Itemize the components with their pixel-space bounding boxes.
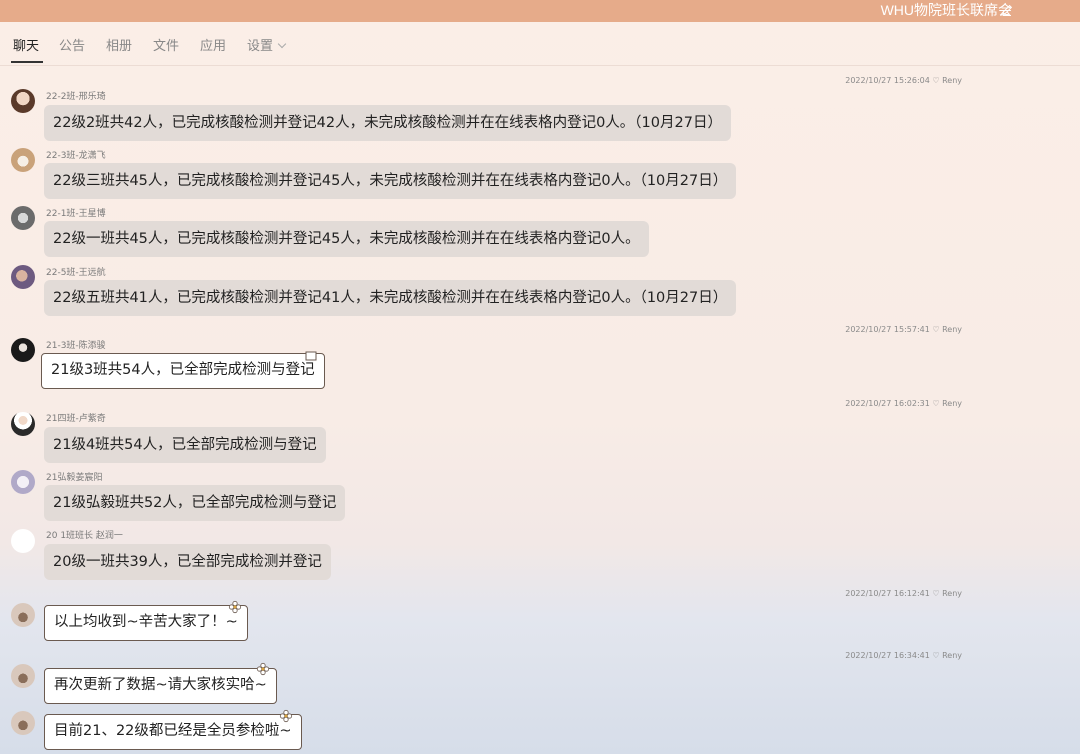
flower-decoration-icon: [228, 600, 242, 614]
message-bubble-decorated[interactable]: 目前21、22级都已经是全员参检啦~: [44, 714, 302, 750]
avatar[interactable]: [11, 603, 35, 627]
sender-name: 22-3班-龙潇飞: [46, 151, 106, 161]
sender-name: 21-3班-陈添骏: [46, 341, 106, 351]
tab-bar: 聊天 公告 相册 文件 应用 设置: [0, 22, 1080, 66]
message-bubble[interactable]: 20级一班共39人，已全部完成检测并登记: [44, 544, 331, 580]
message-bubble[interactable]: 22级一班共45人，已完成核酸检测并登记45人，未完成核酸检测并在在线表格内登记…: [44, 221, 649, 257]
tab-announcements[interactable]: 公告: [59, 38, 85, 56]
avatar[interactable]: [11, 470, 35, 494]
sender-name: 22-5班-王远航: [46, 268, 106, 278]
tab-chat[interactable]: 聊天: [13, 38, 39, 56]
tab-settings-label: 设置: [247, 39, 274, 54]
active-tab-indicator: [11, 61, 43, 63]
avatar[interactable]: [11, 265, 35, 289]
avatar[interactable]: [11, 206, 35, 230]
tab-album[interactable]: 相册: [106, 38, 132, 56]
tab-files[interactable]: 文件: [153, 38, 179, 56]
message-timestamp: 2022/10/27 16:34:41 ♡ Reny: [845, 651, 962, 660]
message-bubble[interactable]: 21级弘毅班共52人，已全部完成检测与登记: [44, 485, 346, 521]
message-timestamp: 2022/10/27 16:12:41 ♡ Reny: [845, 589, 962, 598]
message-bubble-decorated[interactable]: 再次更新了数据~请大家核实哈~: [44, 668, 277, 704]
flower-decoration-icon: [256, 662, 270, 676]
avatar[interactable]: [11, 412, 35, 436]
sender-name: 21四班-卢紫奇: [46, 414, 106, 424]
sender-name: 21弘毅姜宸阳: [46, 473, 103, 483]
message-bubble-decorated[interactable]: 21级3班共54人，已全部完成检测与登记: [41, 353, 325, 389]
message-bubble[interactable]: 22级五班共41人，已完成核酸检测并登记41人，未完成核酸检测并在在线表格内登记…: [44, 280, 737, 316]
tab-apps[interactable]: 应用: [200, 38, 226, 56]
avatar[interactable]: [11, 529, 35, 553]
avatar[interactable]: [11, 338, 35, 362]
sender-name: 22-2班-邢乐琦: [46, 92, 106, 102]
avatar[interactable]: [11, 148, 35, 172]
avatar[interactable]: [11, 664, 35, 688]
message-timestamp: 2022/10/27 15:26:04 ♡ Reny: [845, 76, 962, 85]
message-bubble-decorated[interactable]: 以上均收到~辛苦大家了！~: [44, 605, 248, 641]
message-bubble[interactable]: 22级三班共45人，已完成核酸检测并登记45人，未完成核酸检测并在在线表格内登记…: [44, 163, 737, 199]
message-bubble[interactable]: 22级2班共42人，已完成核酸检测并登记42人，未完成核酸检测并在在线表格内登记…: [44, 105, 731, 141]
title-bar: WHU物院班长联席会: [0, 0, 1080, 22]
chevron-down-icon: [277, 39, 287, 49]
sender-name: 20 1班班长 赵润一: [46, 531, 123, 541]
flower-decoration-icon: [279, 709, 293, 723]
pencil-icon[interactable]: [1000, 3, 1014, 17]
group-title: WHU物院班长联席会: [880, 2, 1012, 18]
message-timestamp: 2022/10/27 16:02:31 ♡ Reny: [845, 399, 962, 408]
tab-settings[interactable]: 设置: [247, 38, 287, 56]
avatar[interactable]: [11, 711, 35, 735]
message-timestamp: 2022/10/27 15:57:41 ♡ Reny: [845, 325, 962, 334]
avatar[interactable]: [11, 89, 35, 113]
sender-name: 22-1班-王星博: [46, 209, 106, 219]
bubble-corner-decoration-icon: [305, 351, 317, 361]
message-bubble[interactable]: 21级4班共54人，已全部完成检测与登记: [44, 427, 326, 463]
